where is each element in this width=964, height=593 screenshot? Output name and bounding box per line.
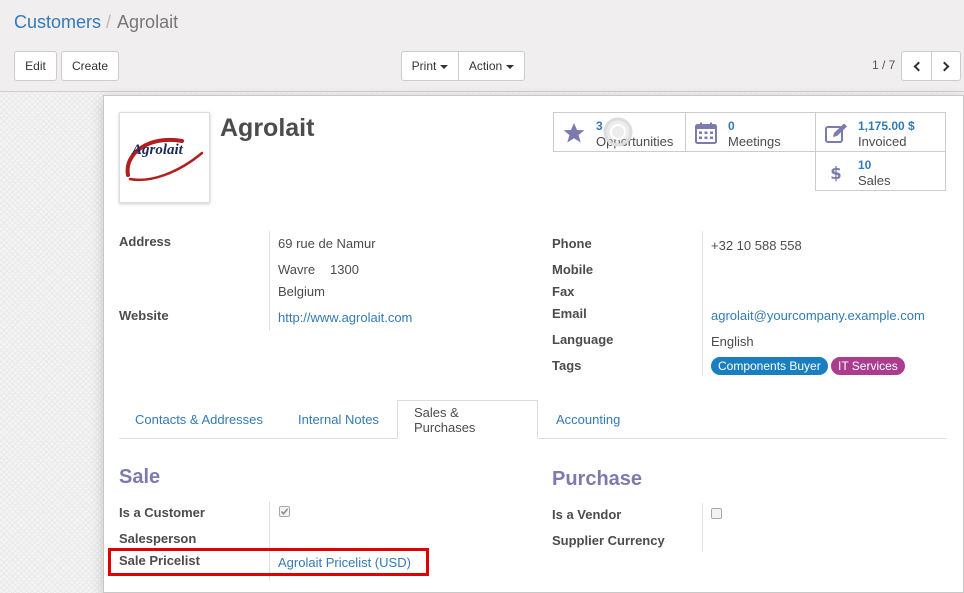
control-panel: Customers / Agrolait Edit Create Print Act… <box>0 0 964 92</box>
language-label: Language <box>552 332 614 347</box>
tags-label: Tags <box>552 358 582 373</box>
is-vendor-checkbox[interactable] <box>711 508 722 519</box>
sales-count: 10 <box>858 158 872 172</box>
print-button-label: Print <box>411 59 437 73</box>
agrolait-logo: Agrolait <box>125 137 204 182</box>
website-link[interactable]: http://www.agrolait.com <box>278 310 412 325</box>
svg-text:Agrolait: Agrolait <box>131 142 184 158</box>
action-button-label: Action <box>468 59 503 73</box>
meetings-label: Meetings <box>728 134 781 149</box>
highlight-box <box>108 548 429 576</box>
edit-button-label: Edit <box>25 59 46 73</box>
chevron-right-icon <box>939 61 950 71</box>
field-divider <box>702 231 703 376</box>
edit-invoice-icon <box>825 123 847 143</box>
street-value: 69 rue de Namur <box>278 236 376 251</box>
pager-previous-button[interactable] <box>901 51 932 81</box>
loading-spinner-icon <box>603 117 633 147</box>
sale-section-title: Sale <box>119 466 161 488</box>
create-button-label: Create <box>71 59 109 73</box>
salesperson-label: Salesperson <box>119 531 197 546</box>
sales-smart-button[interactable]: $ 10 Sales <box>815 151 946 191</box>
breadcrumb-separator: / <box>106 12 112 32</box>
tag-it-services[interactable]: IT Services <box>831 357 905 375</box>
is-vendor-label: Is a Vendor <box>552 507 622 522</box>
action-dropdown-button[interactable]: Action <box>458 51 525 81</box>
chevron-left-icon <box>913 61 923 71</box>
city-value: Wavre <box>278 262 316 277</box>
breadcrumb-current: Agrolait <box>117 12 179 32</box>
meetings-smart-button[interactable]: 0 Meetings <box>685 112 817 152</box>
opportunities-smart-button[interactable]: 3 Opportunities <box>553 112 686 152</box>
purchase-section-title: Purchase <box>552 468 643 490</box>
language-value: English <box>711 334 754 349</box>
create-button[interactable]: Create <box>61 51 119 81</box>
tab-sales-purchases[interactable]: Sales & Purchases <box>397 400 538 439</box>
partner-avatar[interactable]: Agrolait <box>119 112 210 203</box>
invoiced-smart-button[interactable]: 1,175.00 $ Invoiced <box>815 112 946 152</box>
email-link[interactable]: agrolait@yourcompany.example.com <box>711 308 925 323</box>
fax-label: Fax <box>552 284 575 299</box>
mobile-label: Mobile <box>552 262 594 277</box>
invoiced-amount: 1,175.00 $ <box>858 119 915 133</box>
pager-value[interactable]: 1 / 7 <box>872 58 895 72</box>
email-label: Email <box>552 306 587 321</box>
calendar-icon <box>695 122 717 144</box>
caret-down-icon <box>506 65 515 69</box>
print-dropdown-button[interactable]: Print <box>401 51 459 81</box>
phone-label: Phone <box>552 236 592 251</box>
breadcrumb: Customers / Agrolait <box>14 12 178 33</box>
caret-down-icon <box>440 65 449 69</box>
breadcrumb-customers-link[interactable]: Customers <box>14 12 101 32</box>
phone-value: +32 10 588 558 <box>711 238 802 253</box>
country-value: Belgium <box>278 284 325 299</box>
website-label: Website <box>119 308 169 323</box>
field-divider <box>702 503 703 551</box>
tag-components-buyer[interactable]: Components Buyer <box>711 357 828 375</box>
is-customer-label: Is a Customer <box>119 505 205 520</box>
invoiced-label: Invoiced <box>858 134 907 149</box>
meetings-count: 0 <box>728 119 735 133</box>
pager-next-button[interactable] <box>931 51 961 81</box>
checkmark-icon <box>280 508 289 515</box>
is-customer-checkbox[interactable] <box>279 506 290 517</box>
supplier-currency-label: Supplier Currency <box>552 533 665 548</box>
svg-text:$: $ <box>830 164 841 183</box>
sales-label: Sales <box>858 173 891 188</box>
dollar-icon: $ <box>830 164 841 183</box>
form-sheet: Agrolait Agrolait 3 Opportunities 0 Meet… <box>103 95 964 593</box>
partner-name: Agrolait <box>220 114 315 142</box>
edit-button[interactable]: Edit <box>14 51 57 81</box>
field-divider <box>269 231 270 331</box>
star-icon <box>563 123 585 143</box>
zip-value: 1300 <box>330 262 359 277</box>
address-label: Address <box>119 234 172 249</box>
tab-contacts-addresses[interactable]: Contacts & Addresses <box>119 400 279 439</box>
tab-accounting[interactable]: Accounting <box>540 400 636 439</box>
tab-internal-notes[interactable]: Internal Notes <box>282 400 395 439</box>
